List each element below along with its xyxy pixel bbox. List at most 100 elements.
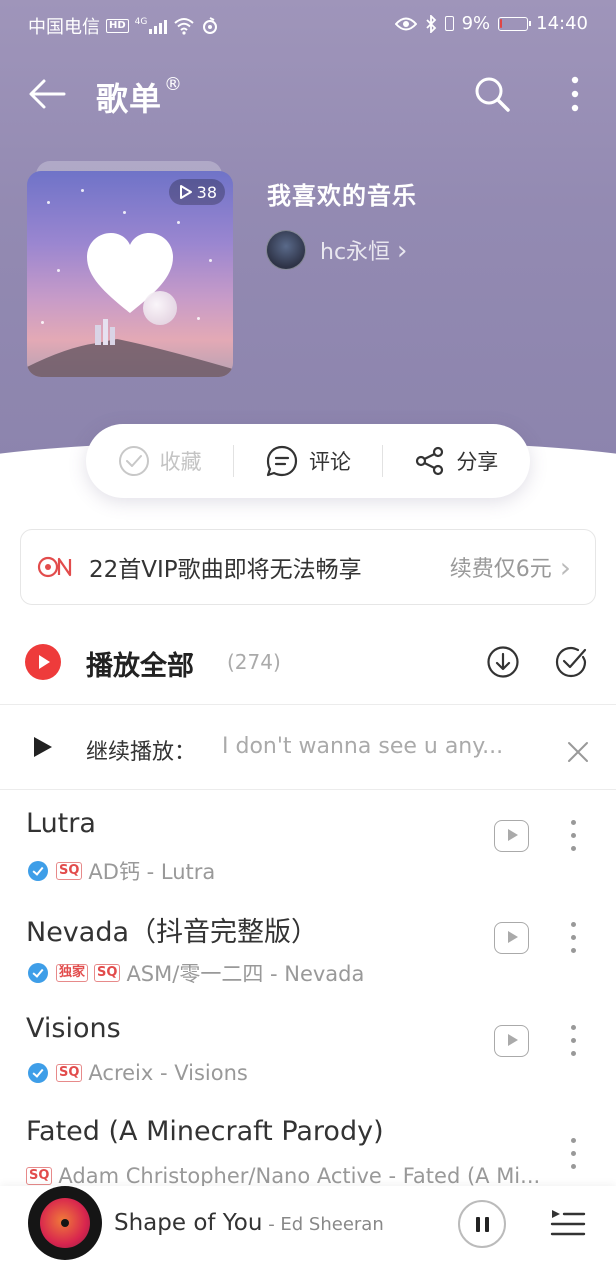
- collect-button[interactable]: 收藏: [86, 445, 233, 477]
- playlist-queue-icon[interactable]: [550, 1204, 586, 1240]
- verified-icon: [28, 861, 48, 881]
- status-right: 9% 14:40: [394, 13, 588, 34]
- continue-label: 继续播放：: [86, 740, 197, 765]
- network-type-label: 4G: [134, 17, 148, 27]
- play-all-label: 播放全部: [86, 651, 194, 682]
- vip-banner[interactable]: 22首VIP歌曲即将无法畅享 续费仅6元 ›: [20, 529, 596, 605]
- more-vertical-icon[interactable]: [566, 1023, 582, 1059]
- song-artist-album: AD钙 - Lutra: [88, 860, 216, 884]
- wifi-icon: [174, 18, 195, 35]
- song-title: Lutra: [26, 808, 96, 839]
- sq-tag: SQ: [94, 964, 121, 982]
- more-vertical-icon[interactable]: [560, 72, 590, 116]
- creator-link[interactable]: hc永恒 ›: [266, 230, 407, 270]
- search-icon[interactable]: [472, 74, 512, 114]
- song-play-icon[interactable]: [494, 1025, 529, 1057]
- avatar[interactable]: [266, 230, 306, 270]
- song-artist-album: ASM/零一二四 - Nevada: [126, 962, 365, 986]
- divider: [0, 704, 616, 705]
- song-play-icon[interactable]: [494, 820, 529, 852]
- comment-button[interactable]: 评论: [234, 444, 381, 478]
- song-meta: SQ AD钙 - Lutra: [28, 856, 215, 886]
- share-icon: [416, 446, 444, 476]
- list-item[interactable]: Nevada（抖音完整版） 独家 SQ ASM/零一二四 - Nevada: [0, 910, 616, 1010]
- renew-link[interactable]: 续费仅6元 ›: [450, 551, 571, 584]
- verified-icon: [28, 963, 48, 983]
- playlist-name: 我喜欢的音乐: [267, 182, 417, 210]
- status-left: 中国电信 HD 4G: [28, 13, 219, 39]
- page-title-text: 歌单: [96, 80, 163, 118]
- chevron-right-icon: ›: [559, 550, 571, 584]
- exclusive-tag: 独家: [56, 964, 89, 982]
- play-all-icon[interactable]: [25, 644, 61, 680]
- sq-tag: SQ: [56, 862, 83, 880]
- bluetooth-icon: [425, 14, 436, 33]
- check-circle-icon: [118, 446, 149, 476]
- eye-comfort-icon: [394, 17, 417, 30]
- song-play-icon[interactable]: [494, 922, 529, 954]
- play-count-badge: 38: [168, 179, 225, 205]
- comment-label: 评论: [308, 450, 351, 474]
- vip-banner-text: 22首VIP歌曲即将无法畅享: [89, 557, 362, 583]
- song-meta: 独家 SQ ASM/零一二四 - Nevada: [28, 958, 364, 988]
- song-artist-album: Acreix - Visions: [88, 1061, 248, 1085]
- more-vertical-icon[interactable]: [566, 920, 582, 956]
- chevron-right-icon: ›: [397, 236, 408, 266]
- sq-tag: SQ: [26, 1167, 53, 1185]
- song-count: (274): [227, 650, 281, 674]
- divider: [0, 789, 616, 790]
- pause-icon[interactable]: [458, 1200, 506, 1248]
- download-icon[interactable]: [486, 645, 520, 679]
- collect-label: 收藏: [159, 450, 202, 474]
- battery-level-fill: [500, 18, 503, 28]
- clock: 14:40: [536, 13, 588, 34]
- back-arrow-icon[interactable]: [26, 74, 68, 114]
- close-icon[interactable]: [566, 740, 590, 764]
- creator-name-text: hc永恒: [320, 240, 391, 265]
- playlist-cover[interactable]: 38: [27, 171, 233, 377]
- song-artist-album: Adam Christopher/Nano Active - Fated (A …: [58, 1164, 541, 1188]
- carrier-label: 中国电信: [28, 17, 100, 38]
- song-title: Fated (A Minecraft Parody): [26, 1116, 384, 1147]
- nav-bar: 歌单 ®: [0, 62, 616, 126]
- song-meta: SQ Acreix - Visions: [28, 1061, 248, 1085]
- renew-label: 续费仅6元: [449, 557, 552, 582]
- comment-icon: [266, 445, 298, 477]
- now-playing[interactable]: Shape of You - Ed Sheeran: [114, 1210, 384, 1236]
- play-all-row[interactable]: 播放全部 (274): [0, 628, 616, 698]
- disc-hole: [61, 1219, 69, 1227]
- play-count: 38: [196, 182, 217, 202]
- play-icon: [179, 185, 192, 199]
- share-button[interactable]: 分享: [383, 445, 530, 477]
- now-playing-artist: - Ed Sheeran: [262, 1214, 384, 1235]
- registered-mark: ®: [164, 74, 184, 95]
- battery-percent: 9%: [461, 13, 491, 34]
- sync-icon: [203, 17, 218, 34]
- vip-logo-icon: [37, 556, 72, 578]
- sq-tag: SQ: [56, 1064, 83, 1082]
- album-disc[interactable]: [28, 1186, 102, 1260]
- verified-icon: [28, 1063, 48, 1083]
- more-vertical-icon[interactable]: [566, 1136, 582, 1172]
- battery-icon: [498, 16, 532, 31]
- signal-icon: 4G: [135, 18, 168, 34]
- list-item[interactable]: Visions SQ Acreix - Visions: [0, 1013, 616, 1113]
- play-icon[interactable]: [34, 737, 52, 757]
- now-playing-title: Shape of You: [114, 1210, 263, 1236]
- song-meta: SQ Adam Christopher/Nano Active - Fated …: [26, 1164, 540, 1188]
- song-title: Nevada（抖音完整版）: [26, 917, 319, 948]
- continue-play-row[interactable]: 继续播放： I don't wanna see u any...: [0, 706, 616, 788]
- phone-vibrate-icon: [444, 16, 454, 31]
- list-item[interactable]: Lutra SQ AD钙 - Lutra: [0, 808, 616, 908]
- multi-select-icon[interactable]: [554, 645, 588, 679]
- creator-name: hc永恒 ›: [320, 234, 407, 266]
- mini-player[interactable]: Shape of You - Ed Sheeran: [0, 1186, 616, 1280]
- action-bar: 收藏 评论 分享: [86, 424, 530, 498]
- share-label: 分享: [456, 450, 499, 474]
- castle-hill-decoration: [27, 319, 233, 377]
- continue-song: I don't wanna see u any...: [222, 734, 504, 759]
- status-bar: 中国电信 HD 4G 9% 14:40: [0, 0, 616, 50]
- hd-icon: HD: [106, 19, 129, 33]
- page-title: 歌单 ®: [96, 74, 183, 120]
- more-vertical-icon[interactable]: [566, 818, 582, 854]
